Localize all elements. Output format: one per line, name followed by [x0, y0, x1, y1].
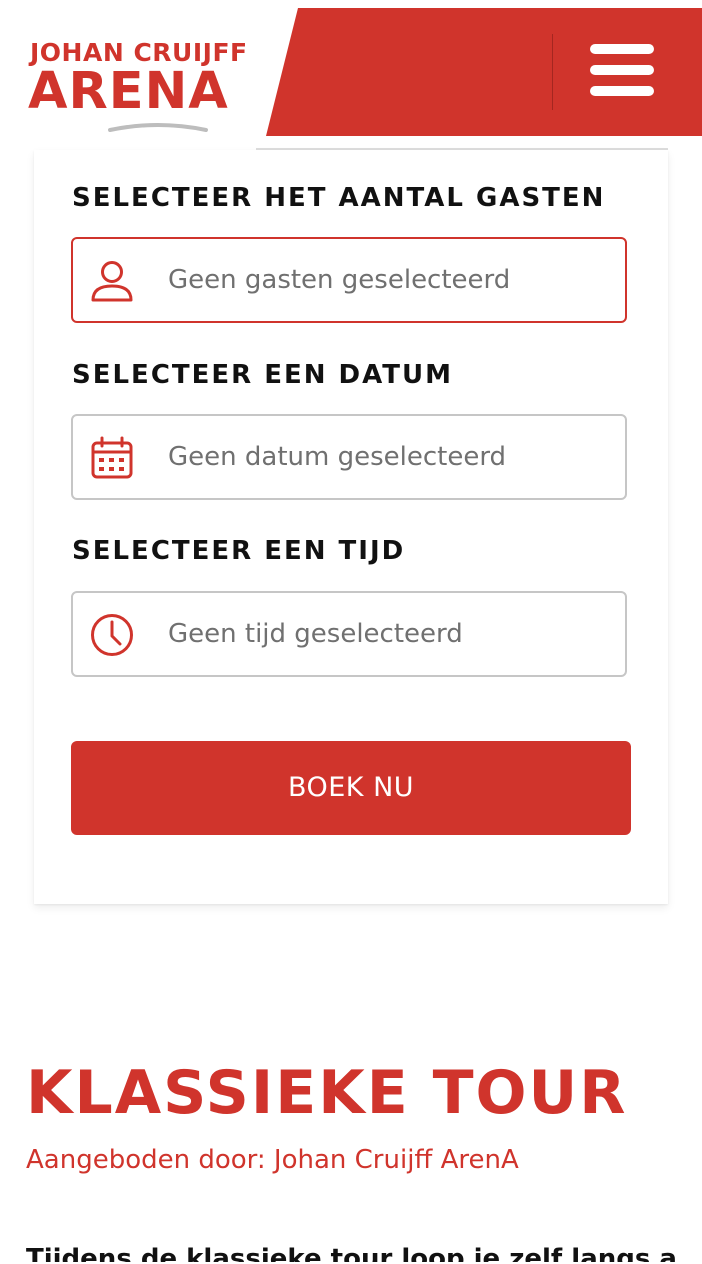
- guests-select[interactable]: Geen gasten geselecteerd: [71, 237, 627, 323]
- date-select[interactable]: Geen datum geselecteerd: [71, 414, 627, 500]
- logo-line-2: ARENA: [28, 62, 229, 121]
- menu-divider: [552, 34, 553, 110]
- logo-swoosh-icon: [108, 123, 208, 132]
- hamburger-menu-icon[interactable]: [590, 44, 656, 98]
- book-now-button[interactable]: BOEK NU: [71, 741, 631, 835]
- tour-description: Tijdens de klassieke tour loop je zelf l…: [26, 1244, 676, 1262]
- clock-icon: [91, 614, 133, 656]
- booking-card: SELECTEER HET AANTAL GASTEN Geen gasten …: [34, 150, 668, 904]
- tour-title: KLASSIEKE TOUR: [26, 1058, 628, 1128]
- time-label: SELECTEER EEN TIJD: [72, 536, 406, 566]
- calendar-icon: [91, 436, 133, 479]
- guests-placeholder: Geen gasten geselecteerd: [168, 265, 511, 295]
- time-select[interactable]: Geen tijd geselecteerd: [71, 591, 627, 677]
- tour-offered-by: Aangeboden door: Johan Cruijff ArenA: [26, 1145, 519, 1175]
- tour-description-clip: Tijdens de klassieke tour loop je zelf l…: [26, 1244, 676, 1262]
- guests-label: SELECTEER HET AANTAL GASTEN: [72, 183, 606, 213]
- person-icon: [91, 261, 133, 302]
- date-label: SELECTEER EEN DATUM: [72, 360, 453, 390]
- date-placeholder: Geen datum geselecteerd: [168, 442, 507, 472]
- time-placeholder: Geen tijd geselecteerd: [168, 619, 463, 649]
- johan-cruijff-arena-logo[interactable]: JOHAN CRUIJFF ARENA: [28, 38, 248, 134]
